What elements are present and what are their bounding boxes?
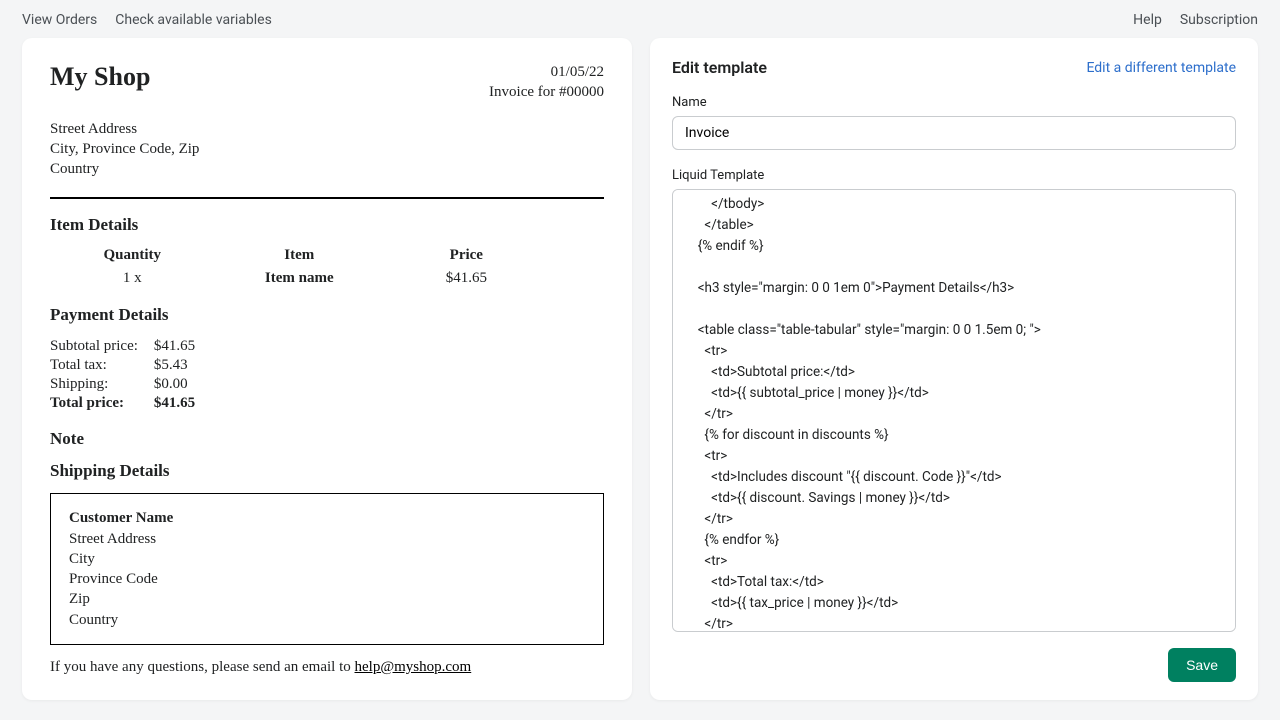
edit-different-template-link[interactable]: Edit a different template: [1086, 60, 1236, 76]
template-preview: My Shop 01/05/22 Invoice for #00000 Stre…: [22, 38, 632, 700]
help-email-link[interactable]: help@myshop.com: [355, 659, 472, 675]
template-name-input[interactable]: [672, 116, 1236, 150]
item-details-heading: Item Details: [50, 215, 604, 235]
col-quantity: Quantity: [50, 247, 215, 268]
name-label: Name: [672, 95, 1236, 110]
liquid-label: Liquid Template: [672, 168, 1236, 183]
subscription-link[interactable]: Subscription: [1180, 12, 1258, 28]
shop-country: Country: [50, 159, 604, 179]
shop-name: My Shop: [50, 62, 150, 92]
payment-details-heading: Payment Details: [50, 305, 604, 325]
shipping-box: Customer Name Street Address City Provin…: [50, 493, 604, 645]
items-table: Quantity Item Price 1 x Item name $41.65: [50, 247, 549, 289]
shop-street: Street Address: [50, 119, 604, 139]
footer-note: If you have any questions, please send a…: [50, 659, 604, 676]
shop-city-line: City, Province Code, Zip: [50, 139, 604, 159]
table-row: 1 x Item name $41.65: [50, 268, 549, 289]
view-orders-link[interactable]: View Orders: [22, 12, 97, 28]
save-button[interactable]: Save: [1168, 648, 1236, 682]
invoice-number: Invoice for #00000: [489, 82, 604, 102]
edit-template-panel: Edit template Edit a different template …: [650, 38, 1258, 700]
note-heading: Note: [50, 429, 604, 449]
divider: [50, 197, 604, 199]
edit-template-title: Edit template: [672, 58, 767, 77]
payment-table: Subtotal price:$41.65 Total tax:$5.43 Sh…: [50, 337, 195, 413]
invoice-date: 01/05/22: [489, 62, 604, 82]
help-link[interactable]: Help: [1133, 12, 1162, 28]
liquid-template-textarea[interactable]: [672, 189, 1236, 632]
col-item: Item: [215, 247, 385, 268]
col-price: Price: [384, 247, 549, 268]
shipping-details-heading: Shipping Details: [50, 461, 604, 481]
customer-name: Customer Name: [69, 508, 585, 528]
check-variables-link[interactable]: Check available variables: [115, 12, 272, 28]
